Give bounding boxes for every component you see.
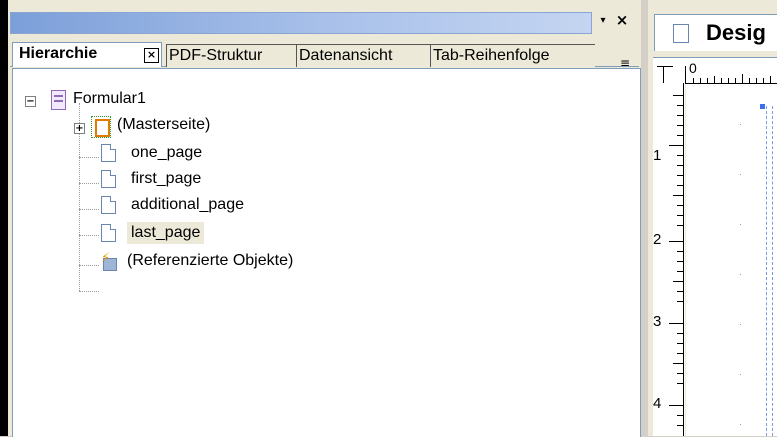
tab-close-icon[interactable]: × — [144, 48, 159, 63]
expand-toggle-icon[interactable]: + — [74, 123, 85, 134]
tab-tab-reihenfolge[interactable]: Tab-Reihenfolge — [430, 44, 595, 67]
page-icon — [101, 170, 116, 188]
tree-item-last-page[interactable]: last_page — [127, 222, 205, 244]
tab-label: Tab-Reihenfolge — [433, 47, 550, 64]
design-tab-label: Desig — [706, 20, 766, 45]
tree-item-additional-page[interactable]: additional_page — [131, 194, 244, 216]
referenced-objects-icon: ⚡ — [99, 252, 117, 271]
tab-label: Datenansicht — [299, 47, 393, 64]
ruler-vertical: 1 2 3 4 — [653, 83, 685, 436]
ruler-label: 2 — [653, 231, 662, 248]
design-canvas[interactable] — [686, 84, 777, 436]
page-icon — [101, 196, 116, 214]
tree-connector — [79, 157, 99, 158]
ruler-horizontal: 0 — [653, 57, 777, 84]
ruler-label: 1 — [653, 147, 662, 164]
ruler-label: 0 — [689, 60, 697, 76]
tab-label: Hierarchie — [19, 45, 98, 62]
tab-list-menu-icon[interactable]: ≡ — [620, 57, 636, 69]
page-icon — [673, 24, 689, 43]
ruler-label: 4 — [653, 395, 662, 412]
collapse-toggle-icon[interactable]: − — [25, 96, 36, 107]
tree-item-first-page[interactable]: first_page — [131, 168, 201, 190]
tree-connector — [79, 235, 99, 236]
page-icon — [101, 224, 116, 242]
ruler-label: 3 — [653, 313, 662, 330]
window-left-border — [0, 0, 8, 436]
tab-hierarchie[interactable]: Hierarchie — [12, 42, 162, 67]
master-page-icon — [91, 116, 111, 138]
page-icon — [101, 144, 116, 162]
panel-titlebar[interactable] — [10, 12, 592, 34]
tree-item-formular1[interactable]: Formular1 — [73, 88, 146, 110]
panel-menu-dropdown-icon[interactable]: ▾ — [596, 14, 610, 28]
form-icon — [51, 90, 66, 110]
tab-label: PDF-Struktur — [169, 47, 263, 64]
tree-connector — [79, 183, 99, 184]
tree-item-masterseite[interactable]: (Masterseite) — [117, 114, 210, 136]
tree-item-referenzierte-objekte[interactable]: (Referenzierte Objekte) — [127, 250, 293, 272]
tree-connector — [79, 291, 99, 292]
tab-pdf-struktur[interactable]: PDF-Struktur — [166, 44, 303, 67]
hierarchy-tree: − Formular1 + (Masterseite) one_page fir… — [12, 68, 641, 437]
tree-connector — [79, 265, 99, 266]
panel-close-icon[interactable]: × — [614, 12, 630, 28]
tree-item-one-page[interactable]: one_page — [131, 142, 202, 164]
tree-connector — [79, 209, 99, 210]
tab-datenansicht[interactable]: Datenansicht — [296, 44, 433, 67]
